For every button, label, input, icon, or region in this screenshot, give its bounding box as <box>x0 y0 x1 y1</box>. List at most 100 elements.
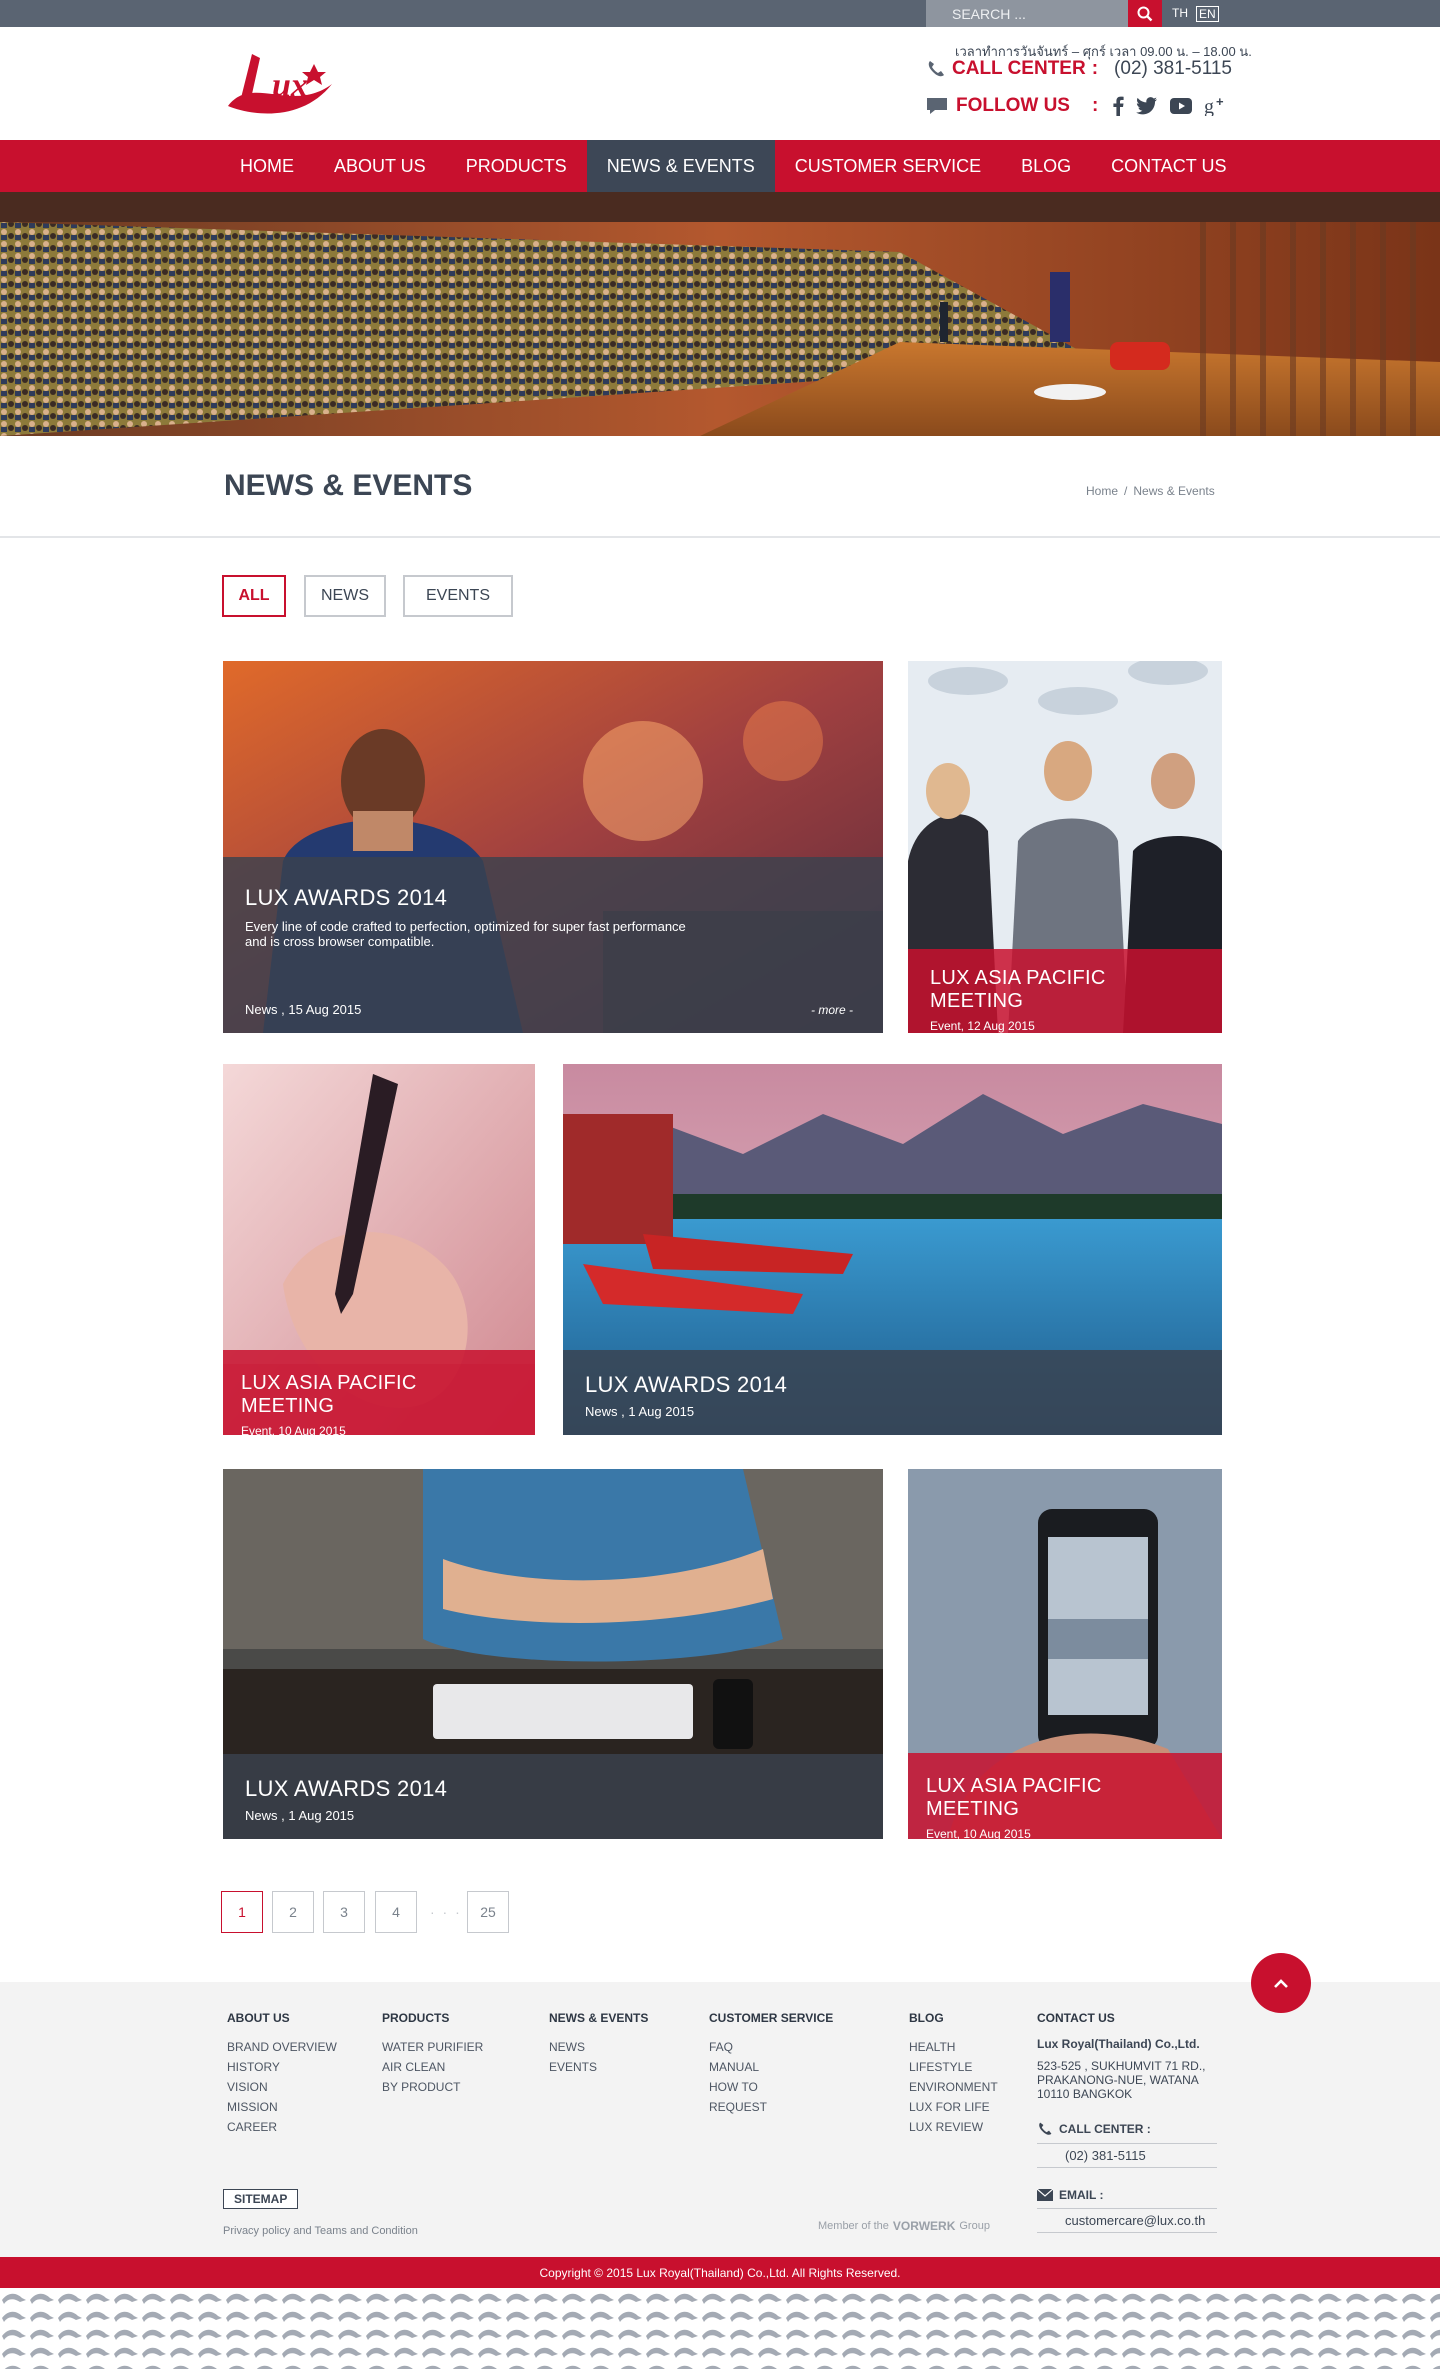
news-card[interactable]: LUX AWARDS 2014 News , 1 Aug 2015 <box>223 1469 883 1839</box>
nav-item-news-events[interactable]: NEWS & EVENTS <box>586 140 775 192</box>
footer-link[interactable]: VISION <box>227 2077 337 2097</box>
news-card[interactable]: LUX ASIA PACIFIC MEETING Event, 12 Aug 2… <box>908 661 1222 1033</box>
company-name: Lux Royal(Thailand) Co.,Ltd. <box>1037 2037 1200 2051</box>
news-card[interactable]: LUX ASIA PACIFIC MEETING Event, 10 Aug 2… <box>223 1064 535 1435</box>
footer-heading[interactable]: NEWS & EVENTS <box>549 2011 648 2025</box>
pagination-page-4[interactable]: 4 <box>375 1891 417 1933</box>
footer-link[interactable]: AIR CLEAN <box>382 2057 483 2077</box>
chat-icon <box>927 98 947 114</box>
vorwerk-member-logo: Member of the VORWERK Group <box>818 2219 990 2233</box>
footer-link[interactable]: LUX FOR LIFE <box>909 2097 998 2117</box>
filter-events-button[interactable]: EVENTS <box>403 575 513 617</box>
filter-all-button[interactable]: ALL <box>222 575 286 617</box>
call-center-colon: : <box>1091 58 1099 79</box>
footer-heading[interactable]: ABOUT US <box>227 2011 337 2025</box>
footer-call-label: CALL CENTER : <box>1059 2122 1151 2136</box>
search-button[interactable] <box>1128 0 1162 27</box>
footer-link[interactable]: LUX REVIEW <box>909 2117 998 2137</box>
footer-link[interactable]: BY PRODUCT <box>382 2077 483 2097</box>
sitemap-button[interactable]: SITEMAP <box>223 2189 299 2209</box>
footer-heading[interactable]: CONTACT US <box>1037 2011 1217 2025</box>
footer-link[interactable]: HISTORY <box>227 2057 337 2077</box>
copyright-bar: Copyright © 2015 Lux Royal(Thailand) Co.… <box>0 2257 1440 2288</box>
footer-link[interactable]: HEALTH <box>909 2037 998 2057</box>
pagination-ellipsis: · · · <box>430 1904 462 1920</box>
company-address: 523-525 , SUKHUMVIT 71 RD., PRAKANONG-NU… <box>1037 2059 1206 2101</box>
footer-link[interactable]: MANUAL <box>709 2057 833 2077</box>
news-card[interactable]: LUX AWARDS 2014 News , 1 Aug 2015 <box>563 1064 1222 1435</box>
footer-col-service: CUSTOMER SERVICE FAQ MANUAL HOW TO REQUE… <box>709 2011 833 2117</box>
card-title[interactable]: LUX ASIA PACIFIC MEETING <box>241 1372 513 1418</box>
nav-item-contact-us[interactable]: CONTACT US <box>1091 140 1246 192</box>
footer-link[interactable]: BRAND OVERVIEW <box>227 2037 337 2057</box>
member-prefix: Member of the <box>818 2220 889 2232</box>
card-title[interactable]: LUX AWARDS 2014 <box>245 1776 861 1802</box>
card-overlay: LUX ASIA PACIFIC MEETING Event, 10 Aug 2… <box>908 1753 1222 1839</box>
nav-item-blog[interactable]: BLOG <box>1001 140 1091 192</box>
nav-item-products[interactable]: PRODUCTS <box>446 140 587 192</box>
card-title[interactable]: LUX AWARDS 2014 <box>245 885 861 911</box>
card-description: Every line of code crafted to perfection… <box>245 919 686 949</box>
card-overlay: LUX AWARDS 2014 News , 1 Aug 2015 <box>223 1754 883 1839</box>
news-card[interactable]: LUX ASIA PACIFIC MEETING Event, 10 Aug 2… <box>908 1469 1222 1839</box>
social-links: g + <box>1112 96 1228 116</box>
follow-us-label: FOLLOW US <box>956 95 1070 116</box>
card-title[interactable]: LUX AWARDS 2014 <box>585 1372 1200 1398</box>
footer-heading[interactable]: PRODUCTS <box>382 2011 483 2025</box>
footer-link[interactable]: MISSION <box>227 2097 337 2117</box>
breadcrumb-home[interactable]: Home <box>1086 484 1118 498</box>
footer-link[interactable]: FAQ <box>709 2037 833 2057</box>
twitter-icon[interactable] <box>1136 97 1158 115</box>
card-title[interactable]: LUX ASIA PACIFIC MEETING <box>926 1775 1200 1821</box>
footer-link[interactable]: CAREER <box>227 2117 337 2137</box>
google-plus-icon[interactable]: g + <box>1204 96 1228 116</box>
footer-link[interactable]: EVENTS <box>549 2057 648 2077</box>
youtube-icon[interactable] <box>1170 98 1193 114</box>
privacy-link[interactable]: Privacy policy and Teams and Condition <box>223 2225 418 2237</box>
svg-text:ux: ux <box>272 67 308 104</box>
footer-link[interactable]: REQUEST <box>709 2097 833 2117</box>
footer-email[interactable]: customercare@lux.co.th <box>1037 2208 1217 2233</box>
breadcrumb-current: News & Events <box>1133 484 1215 498</box>
footer-link[interactable]: WATER PURIFIER <box>382 2037 483 2057</box>
footer-col-blog: BLOG HEALTH LIFESTYLE ENVIRONMENT LUX FO… <box>909 2011 998 2137</box>
footer-link[interactable]: ENVIRONMENT <box>909 2077 998 2097</box>
footer-heading[interactable]: CUSTOMER SERVICE <box>709 2011 833 2025</box>
footer-call-number[interactable]: (02) 381-5115 <box>1037 2143 1217 2168</box>
back-to-top-button[interactable] <box>1251 1953 1311 2013</box>
footer-link[interactable]: LIFESTYLE <box>909 2057 998 2077</box>
footer-col-products: PRODUCTS WATER PURIFIER AIR CLEAN BY PRO… <box>382 2011 483 2097</box>
news-card[interactable]: LUX AWARDS 2014 Every line of code craft… <box>223 661 883 1033</box>
nav-item-about-us[interactable]: ABOUT US <box>314 140 446 192</box>
card-meta: Event, 10 Aug 2015 <box>926 1827 1031 1839</box>
search-input[interactable] <box>926 0 1116 27</box>
pagination-page-1[interactable]: 1 <box>221 1891 263 1933</box>
card-meta: News , 1 Aug 2015 <box>245 1808 355 1823</box>
nav-item-home[interactable]: HOME <box>220 140 314 192</box>
filter-news-button[interactable]: NEWS <box>304 575 386 617</box>
call-center-row: CALL CENTER : (02) 381-5115 <box>926 58 1232 80</box>
hero-banner <box>0 192 1440 436</box>
card-meta: Event, 10 Aug 2015 <box>241 1424 346 1435</box>
breadcrumb: Home / News & Events <box>1086 484 1221 498</box>
arrow-up-icon <box>1274 1979 1288 1988</box>
card-title[interactable]: LUX ASIA PACIFIC MEETING <box>930 967 1200 1013</box>
follow-us-colon: : <box>1091 95 1099 116</box>
lang-en-link[interactable]: EN <box>1196 6 1219 22</box>
footer-link[interactable]: NEWS <box>549 2037 648 2057</box>
main-nav: HOME ABOUT US PRODUCTS NEWS & EVENTS CUS… <box>0 140 1440 192</box>
nav-item-customer-service[interactable]: CUSTOMER SERVICE <box>775 140 1001 192</box>
pagination-page-2[interactable]: 2 <box>272 1891 314 1933</box>
decorative-pattern <box>0 2288 1440 2369</box>
logo[interactable]: ux <box>222 44 342 121</box>
facebook-icon[interactable] <box>1112 96 1124 116</box>
pagination-page-last[interactable]: 25 <box>467 1891 509 1933</box>
copyright-text: Copyright © 2015 Lux Royal(Thailand) Co.… <box>539 2265 901 2280</box>
footer-call-label-row: CALL CENTER : <box>1037 2121 1217 2137</box>
footer-heading[interactable]: BLOG <box>909 2011 998 2025</box>
pagination-page-3[interactable]: 3 <box>323 1891 365 1933</box>
lang-th-link[interactable]: TH <box>1172 6 1188 20</box>
call-center-number[interactable]: (02) 381-5115 <box>1114 58 1232 80</box>
footer-link[interactable]: HOW TO <box>709 2077 833 2097</box>
card-more-link[interactable]: - more - <box>811 1003 853 1017</box>
